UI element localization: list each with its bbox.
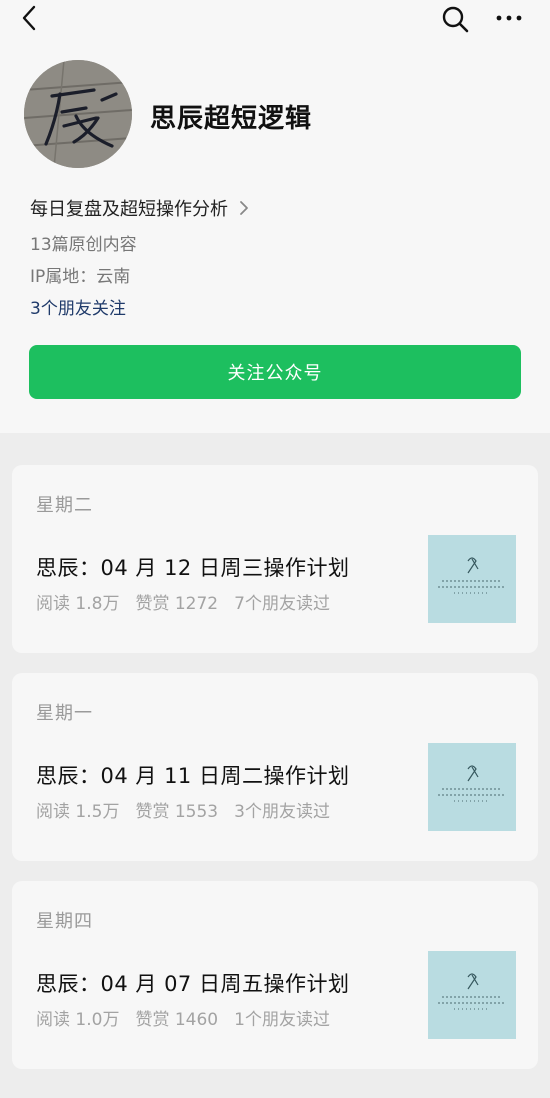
article-stats: 阅读 1.8万 赞赏 1272 7个朋友读过 xyxy=(36,589,330,614)
reward-count: 赞赏 1460 xyxy=(135,1010,219,1030)
avatar[interactable] xyxy=(24,60,132,168)
article-day: 星期四 xyxy=(36,911,93,932)
friends-read: 1个朋友读过 xyxy=(234,1010,330,1030)
article-thumbnail[interactable] xyxy=(428,535,516,623)
account-intro-link[interactable]: 每日复盘及超短操作分析 xyxy=(30,195,250,221)
thumbnail-image xyxy=(428,535,516,623)
article-card[interactable]: 星期四 思辰：04 月 07 日周五操作计划 阅读 1.0万 赞赏 1460 1… xyxy=(12,881,538,1069)
reward-count: 赞赏 1272 xyxy=(135,594,219,614)
article-card[interactable]: 星期一 思辰：04 月 11 日周二操作计划 阅读 1.5万 赞赏 1553 3… xyxy=(12,673,538,861)
ip-location: IP属地：云南 xyxy=(30,267,131,287)
article-stats: 阅读 1.5万 赞赏 1553 3个朋友读过 xyxy=(36,797,330,822)
article-card[interactable]: 星期二 思辰：04 月 12 日周三操作计划 阅读 1.8万 赞赏 1272 7… xyxy=(12,465,538,653)
avatar-handwriting-image xyxy=(24,60,132,168)
article-title[interactable]: 思辰：04 月 12 日周三操作计划 xyxy=(36,552,349,582)
nav-bar xyxy=(0,0,550,40)
profile-header: 思辰超短逻辑 每日复盘及超短操作分析 13篇原创内容 IP属地：云南 3个朋友关… xyxy=(0,0,550,433)
account-name: 思辰超短逻辑 xyxy=(150,104,313,134)
article-thumbnail[interactable] xyxy=(428,951,516,1039)
read-count: 阅读 1.0万 xyxy=(36,1010,120,1030)
original-count: 13篇原创内容 xyxy=(30,235,137,255)
article-title[interactable]: 思辰：04 月 11 日周二操作计划 xyxy=(36,760,349,790)
chevron-right-icon xyxy=(240,201,248,215)
thumbnail-image xyxy=(428,743,516,831)
read-count: 阅读 1.5万 xyxy=(36,802,120,822)
search-icon[interactable] xyxy=(440,4,470,34)
more-icon[interactable] xyxy=(494,8,524,28)
friends-follow-link[interactable]: 3个朋友关注 xyxy=(30,294,126,319)
friends-read: 3个朋友读过 xyxy=(234,802,330,822)
read-count: 阅读 1.8万 xyxy=(36,594,120,614)
article-day: 星期一 xyxy=(36,703,93,724)
follow-button[interactable]: 关注公众号 xyxy=(29,345,521,399)
reward-count: 赞赏 1553 xyxy=(135,802,219,822)
account-intro: 每日复盘及超短操作分析 xyxy=(30,199,228,220)
back-arrow-icon[interactable] xyxy=(16,4,44,32)
article-stats: 阅读 1.0万 赞赏 1460 1个朋友读过 xyxy=(36,1005,330,1030)
friends-read: 7个朋友读过 xyxy=(234,594,330,614)
article-thumbnail[interactable] xyxy=(428,743,516,831)
article-day: 星期二 xyxy=(36,495,93,516)
article-title[interactable]: 思辰：04 月 07 日周五操作计划 xyxy=(36,968,349,998)
thumbnail-image xyxy=(428,951,516,1039)
